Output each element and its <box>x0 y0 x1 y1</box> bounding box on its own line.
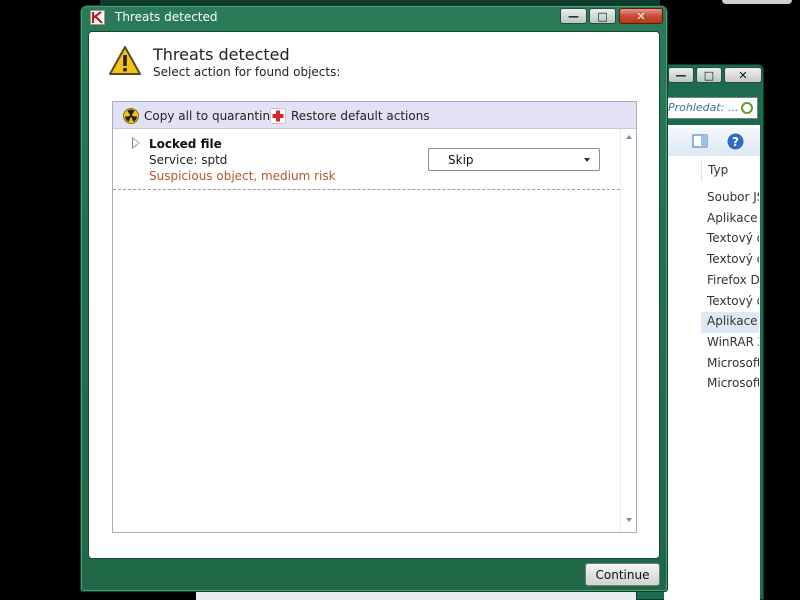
background-window-edge <box>722 0 792 4</box>
threat-list: Copy all to quarantine Restore default a… <box>112 101 637 533</box>
page-title: Threats detected <box>153 45 290 64</box>
page-subtitle: Select action for found objects: <box>153 65 341 79</box>
kaspersky-app-icon <box>90 10 105 25</box>
minimize-icon: — <box>675 68 687 82</box>
threat-row[interactable]: Locked file Service: sptd Suspicious obj… <box>113 129 620 190</box>
action-dropdown-value: Skip <box>448 153 474 167</box>
expand-icon-fill <box>133 139 139 147</box>
list-item[interactable]: Soubor JS <box>701 188 759 209</box>
close-button[interactable]: ✕ <box>619 8 663 24</box>
list-toolbar: Copy all to quarantine Restore default a… <box>113 102 636 129</box>
list-item[interactable]: Textový d <box>701 292 759 313</box>
scroll-up-icon[interactable] <box>626 135 632 139</box>
explorer-toolbar: ? <box>664 128 760 156</box>
threats-dialog[interactable]: Threats detected — □ ✕ Threats detected … <box>80 5 668 592</box>
maximize-button[interactable]: □ <box>589 8 616 24</box>
vertical-scrollbar[interactable] <box>620 129 636 532</box>
preview-pane-icon[interactable] <box>692 134 708 148</box>
dialog-titlebar[interactable]: Threats detected — □ ✕ <box>81 6 669 30</box>
threat-name: Locked file <box>149 137 222 151</box>
list-item[interactable]: Microsoft <box>701 354 759 375</box>
list-item[interactable]: Textový d <box>701 229 759 250</box>
maximize-button[interactable]: □ <box>696 67 722 83</box>
red-cross-icon <box>270 108 286 124</box>
search-placeholder: Prohledat: ... <box>668 101 739 114</box>
close-icon: ✕ <box>636 9 646 23</box>
list-item[interactable]: Textový d <box>701 250 759 271</box>
search-icon[interactable] <box>741 102 753 114</box>
restore-default-actions-button[interactable]: Restore default actions <box>270 107 430 125</box>
list-item[interactable]: Firefox Do <box>701 271 759 292</box>
action-dropdown[interactable]: Skip <box>428 148 600 171</box>
list-item[interactable]: WinRAR Z <box>701 333 759 354</box>
close-button[interactable]: ✕ <box>724 67 762 83</box>
threat-risk-level: Suspicious object, medium risk <box>149 169 336 183</box>
list-item[interactable]: Microsoft <box>701 374 759 395</box>
maximize-icon: □ <box>703 68 715 82</box>
maximize-icon: □ <box>597 9 608 23</box>
radiation-icon <box>123 108 139 124</box>
minimize-button[interactable]: — <box>668 67 694 83</box>
warning-icon <box>109 46 141 75</box>
scroll-down-icon[interactable] <box>626 518 632 522</box>
close-icon: ✕ <box>738 68 748 82</box>
copy-to-quarantine-label: Copy all to quarantine <box>144 109 278 123</box>
window-title: Threats detected <box>115 10 218 24</box>
svg-text:?: ? <box>732 135 739 149</box>
help-icon[interactable]: ? <box>727 133 744 150</box>
column-header-type[interactable]: Typ <box>701 160 761 182</box>
search-input[interactable]: Prohledat: ... <box>663 97 758 119</box>
minimize-button[interactable]: — <box>560 8 587 24</box>
restore-default-actions-label: Restore default actions <box>291 109 430 123</box>
threat-service: Service: sptd <box>149 153 228 167</box>
dialog-content: Threats detected Select action for found… <box>88 31 660 559</box>
minimize-icon: — <box>568 9 579 23</box>
chevron-down-icon <box>584 158 590 162</box>
list-item[interactable]: Aplikace <box>701 209 759 230</box>
copy-to-quarantine-button[interactable]: Copy all to quarantine <box>123 107 277 125</box>
continue-button[interactable]: Continue <box>585 563 660 586</box>
list-item[interactable]: Aplikace <box>701 312 759 334</box>
